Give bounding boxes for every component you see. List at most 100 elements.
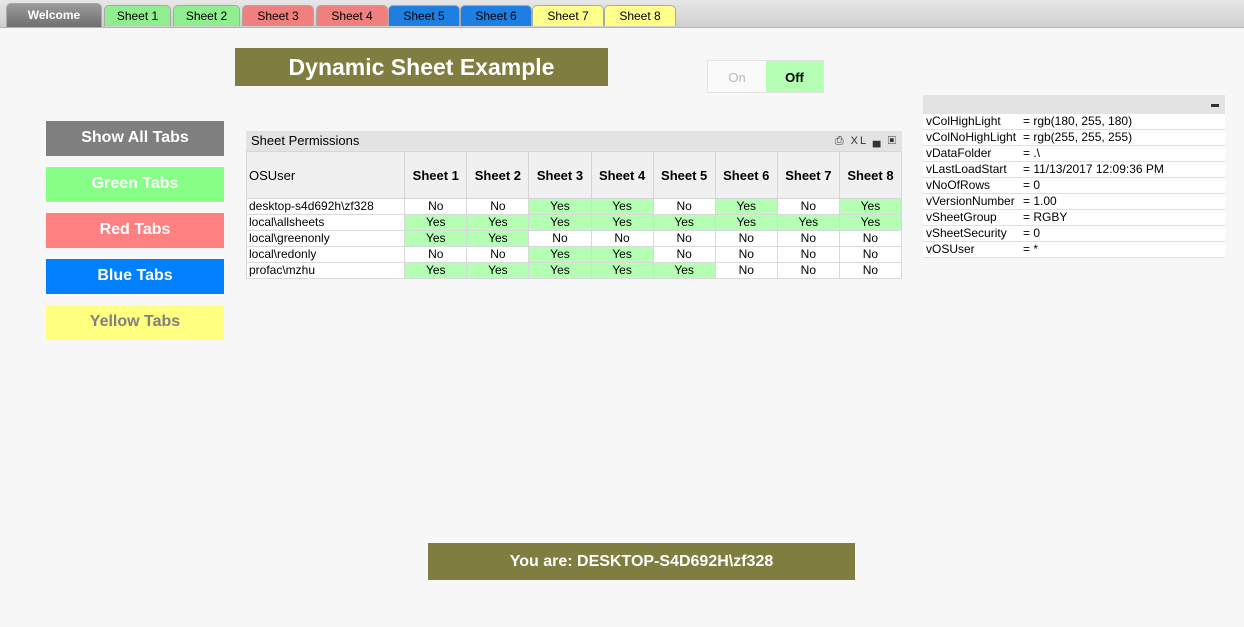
- column-header-sheet-2[interactable]: Sheet 2: [466, 151, 530, 199]
- table-row: local\allsheets Yes Yes Yes Yes Yes Yes Yes Yes: [245, 214, 903, 231]
- permission-cell[interactable]: Yes: [714, 198, 778, 215]
- permission-cell[interactable]: Yes: [652, 214, 716, 231]
- osuser-cell[interactable]: local\allsheets: [245, 214, 406, 231]
- permission-cell[interactable]: Yes: [528, 262, 592, 279]
- yellow-tabs-button[interactable]: Yellow Tabs: [46, 305, 224, 340]
- variables-panel: vColHighLight = rgb(180, 255, 180) vColNoH…: [923, 95, 1225, 258]
- osuser-cell[interactable]: desktop-s4d692h\zf328: [245, 198, 406, 215]
- tab-sheet-4[interactable]: Sheet 4: [316, 5, 388, 26]
- maximize-icon[interactable]: ▣: [888, 135, 898, 147]
- permission-cell[interactable]: Yes: [714, 214, 778, 231]
- permission-cell[interactable]: Yes: [404, 230, 468, 247]
- permission-cell[interactable]: Yes: [590, 214, 654, 231]
- permission-cell[interactable]: No: [404, 246, 468, 263]
- permission-cell[interactable]: Yes: [838, 198, 903, 215]
- permission-cell[interactable]: Yes: [652, 262, 716, 279]
- permission-cell[interactable]: No: [714, 246, 778, 263]
- permission-cell[interactable]: Yes: [404, 262, 468, 279]
- column-header-sheet-5[interactable]: Sheet 5: [652, 151, 716, 199]
- permission-cell[interactable]: Yes: [466, 214, 530, 231]
- variable-name: vSheetSecurity: [923, 225, 1020, 242]
- current-user-banner: You are: DESKTOP-S4D692H\zf328: [428, 543, 855, 580]
- permission-cell[interactable]: No: [652, 246, 716, 263]
- permission-cell[interactable]: No: [466, 246, 530, 263]
- column-header-sheet-6[interactable]: Sheet 6: [714, 151, 778, 199]
- tab-sheet-1[interactable]: Sheet 1: [104, 5, 171, 26]
- variable-row: vLastLoadStart = 11/13/2017 12:09:36 PM: [923, 161, 1225, 178]
- column-header-sheet-1[interactable]: Sheet 1: [404, 151, 468, 199]
- variable-name: vDataFolder: [923, 145, 1020, 162]
- permission-cell[interactable]: No: [776, 246, 840, 263]
- permission-cell[interactable]: No: [714, 262, 778, 279]
- variable-row: vNoOfRows = 0: [923, 177, 1225, 194]
- sheet-permissions-table: Sheet Permissions ⎙ XL ▄ ▣ OSUser Sheet 1…: [245, 131, 903, 279]
- permission-cell[interactable]: No: [838, 230, 903, 247]
- permission-cell[interactable]: No: [590, 230, 654, 247]
- tab-sheet-7[interactable]: Sheet 7: [532, 5, 604, 26]
- variable-value: = 11/13/2017 12:09:36 PM: [1020, 161, 1225, 178]
- minimize-icon[interactable]: [1211, 104, 1219, 107]
- permission-cell[interactable]: Yes: [404, 214, 468, 231]
- show-all-tabs-button[interactable]: Show All Tabs: [46, 121, 224, 156]
- variable-row: vColHighLight = rgb(180, 255, 180): [923, 114, 1225, 130]
- permission-cell[interactable]: Yes: [590, 246, 654, 263]
- permission-cell[interactable]: No: [714, 230, 778, 247]
- permission-cell[interactable]: No: [404, 198, 468, 215]
- variable-value: = 1.00: [1020, 193, 1225, 210]
- green-tabs-button[interactable]: Green Tabs: [46, 167, 224, 202]
- tab-sheet-8[interactable]: Sheet 8: [604, 5, 676, 26]
- minimize-icon[interactable]: ▄: [873, 135, 883, 147]
- variable-value: = RGBY: [1020, 209, 1225, 226]
- export-excel-icon[interactable]: XL: [851, 135, 868, 147]
- permission-cell[interactable]: Yes: [466, 230, 530, 247]
- variable-name: vOSUser: [923, 241, 1020, 258]
- permission-cell[interactable]: Yes: [466, 262, 530, 279]
- variables-caption: [923, 95, 1225, 114]
- permission-cell[interactable]: No: [838, 262, 903, 279]
- permission-cell[interactable]: Yes: [528, 246, 592, 263]
- variable-name: vNoOfRows: [923, 177, 1020, 194]
- blue-tabs-button[interactable]: Blue Tabs: [46, 259, 224, 294]
- variable-row: vVersionNumber = 1.00: [923, 193, 1225, 210]
- permission-cell[interactable]: Yes: [838, 214, 903, 231]
- column-header-sheet-4[interactable]: Sheet 4: [590, 151, 654, 199]
- variable-row: vOSUser = *: [923, 241, 1225, 258]
- permission-cell[interactable]: Yes: [528, 198, 592, 215]
- permission-cell[interactable]: No: [652, 198, 716, 215]
- red-tabs-button[interactable]: Red Tabs: [46, 213, 224, 248]
- osuser-cell[interactable]: local\redonly: [245, 246, 406, 263]
- tab-sheet-2[interactable]: Sheet 2: [173, 5, 240, 26]
- permission-cell[interactable]: No: [776, 230, 840, 247]
- tab-sheet-6[interactable]: Sheet 6: [460, 5, 532, 26]
- variable-name: vColNoHighLight: [923, 129, 1020, 146]
- column-header-sheet-8[interactable]: Sheet 8: [838, 151, 903, 199]
- tab-sheet-5[interactable]: Sheet 5: [388, 5, 460, 26]
- permission-cell[interactable]: Yes: [590, 198, 654, 215]
- permission-cell[interactable]: No: [652, 230, 716, 247]
- print-icon[interactable]: ⎙: [835, 135, 846, 147]
- permission-cell[interactable]: Yes: [776, 214, 840, 231]
- variable-row: vDataFolder = .\: [923, 145, 1225, 162]
- column-header-sheet-3[interactable]: Sheet 3: [528, 151, 592, 199]
- variable-row: vSheetSecurity = 0: [923, 225, 1225, 242]
- tab-welcome[interactable]: Welcome: [6, 3, 102, 27]
- toggle-on-button[interactable]: On: [707, 60, 766, 93]
- table-row: local\greenonly Yes Yes No No No No No No: [245, 230, 903, 247]
- permission-cell[interactable]: No: [838, 246, 903, 263]
- table-row: local\redonly No No Yes Yes No No No No: [245, 246, 903, 263]
- permission-cell[interactable]: Yes: [590, 262, 654, 279]
- osuser-cell[interactable]: profac\mzhu: [245, 262, 406, 279]
- column-header-sheet-7[interactable]: Sheet 7: [776, 151, 840, 199]
- tab-sheet-3[interactable]: Sheet 3: [242, 5, 314, 26]
- permission-cell[interactable]: No: [466, 198, 530, 215]
- variable-value: = *: [1020, 241, 1225, 258]
- column-header-osuser[interactable]: OSUser: [245, 151, 406, 199]
- sheet-tab-bar: Welcome Sheet 1 Sheet 2 Sheet 3 Sheet 4 Sheet…: [0, 0, 1244, 28]
- permission-cell[interactable]: Yes: [528, 214, 592, 231]
- permission-cell[interactable]: No: [528, 230, 592, 247]
- variable-value: = 0: [1020, 225, 1225, 242]
- toggle-off-button[interactable]: Off: [766, 60, 824, 93]
- permission-cell[interactable]: No: [776, 198, 840, 215]
- permission-cell[interactable]: No: [776, 262, 840, 279]
- osuser-cell[interactable]: local\greenonly: [245, 230, 406, 247]
